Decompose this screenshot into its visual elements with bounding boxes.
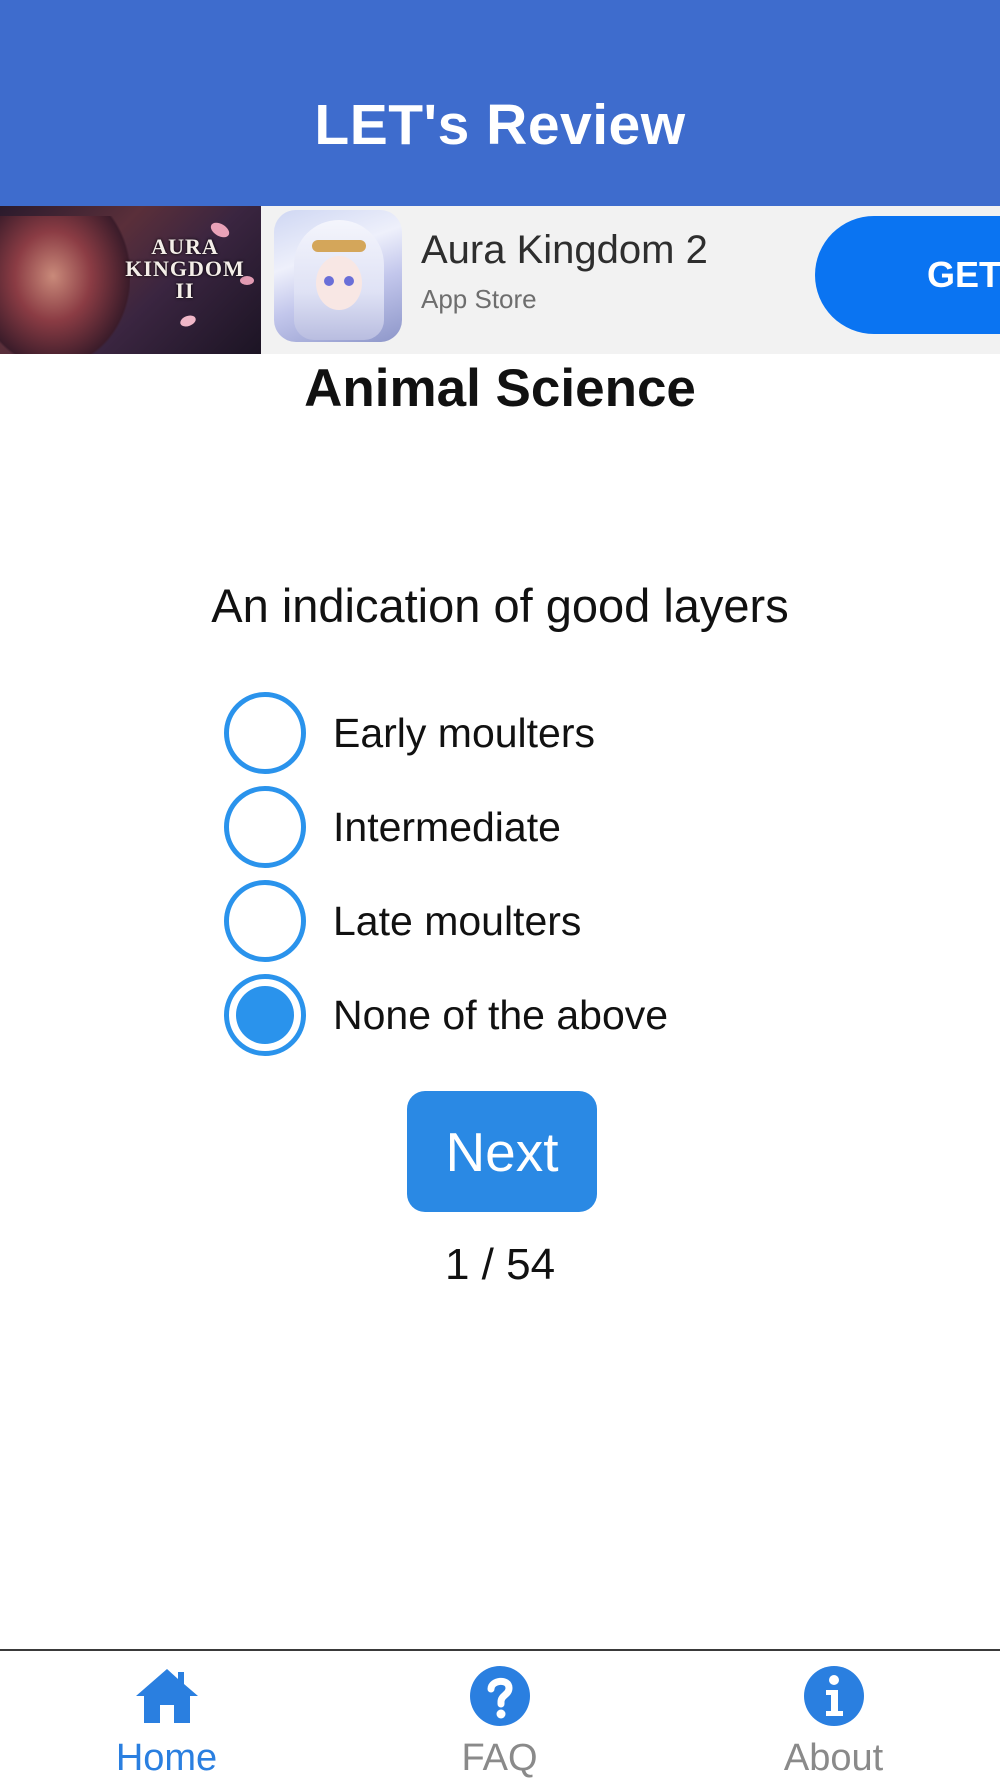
petal-decoration	[178, 313, 198, 329]
tab-home[interactable]: Home	[0, 1651, 333, 1778]
tab-about[interactable]: About	[667, 1651, 1000, 1778]
icon-eye	[344, 276, 354, 286]
option-label[interactable]: Late moulters	[333, 898, 581, 945]
answer-option[interactable]: Late moulters	[224, 874, 668, 968]
app-title: LET's Review	[314, 93, 686, 157]
home-icon	[135, 1669, 198, 1723]
radio-button[interactable]	[224, 786, 306, 868]
ad-character-art	[0, 216, 130, 354]
answer-option[interactable]: Intermediate	[224, 780, 668, 874]
radio-button-selected[interactable]	[224, 974, 306, 1056]
question-progress: 1 / 54	[444, 1240, 556, 1289]
option-label[interactable]: None of the above	[333, 992, 668, 1039]
radio-selected-dot	[236, 986, 294, 1044]
radio-button[interactable]	[224, 880, 306, 962]
ad-banner-image[interactable]: AURA KINGDOM II	[0, 206, 261, 354]
answer-option-selected[interactable]: None of the above	[224, 968, 668, 1062]
question-text: An indication of good layers	[211, 579, 789, 632]
answer-option[interactable]: Early moulters	[224, 686, 668, 780]
bottom-tab-bar: Home FAQ About	[0, 1649, 1000, 1778]
option-label[interactable]: Intermediate	[333, 804, 561, 851]
tab-label: Home	[115, 1737, 218, 1778]
tab-label: About	[783, 1737, 884, 1778]
tab-faq[interactable]: FAQ	[333, 1651, 666, 1778]
ad-store-label: App Store	[421, 284, 537, 314]
icon-eye	[324, 276, 334, 286]
ad-banner[interactable]: AURA KINGDOM II Aura Kingdom 2 App Store…	[0, 206, 1000, 354]
answer-options: Early moulters Intermediate Late moulter…	[224, 686, 668, 1062]
app-header: LET's Review	[0, 0, 1000, 206]
tab-label: FAQ	[461, 1737, 538, 1778]
icon-face	[316, 256, 362, 310]
subject-title: Animal Science	[304, 359, 696, 418]
ad-get-button[interactable]: GET	[815, 216, 1000, 334]
option-label[interactable]: Early moulters	[333, 710, 595, 757]
info-icon	[803, 1666, 864, 1726]
ad-game-logo: AURA KINGDOM II	[125, 234, 245, 303]
icon-crown	[312, 240, 366, 252]
ad-app-name[interactable]: Aura Kingdom 2	[421, 228, 708, 273]
radio-button[interactable]	[224, 692, 306, 774]
next-button[interactable]: Next	[407, 1091, 597, 1212]
ad-app-icon[interactable]	[274, 210, 402, 342]
question-icon	[469, 1666, 530, 1726]
